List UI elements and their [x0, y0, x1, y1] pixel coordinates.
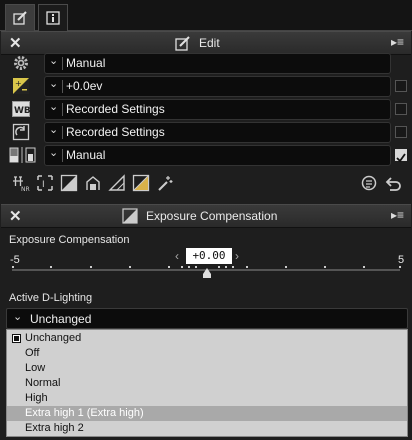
- lens-correction-icon: [8, 145, 38, 165]
- edit-panel-title: Edit: [199, 36, 220, 50]
- slider-thumb[interactable]: [203, 268, 211, 274]
- exposure-panel-header: ✕ Exposure Compensation ▸≡: [1, 204, 411, 228]
- color-booster-icon[interactable]: [84, 174, 102, 192]
- exposure-select[interactable]: ⌄ +0.0ev: [44, 76, 391, 97]
- exposure-panel-title: Exposure Compensation: [146, 209, 278, 223]
- gear-icon: [10, 53, 32, 73]
- decrement-arrow[interactable]: ‹: [175, 249, 179, 263]
- close-panel-button[interactable]: ✕: [9, 207, 22, 225]
- adl-dropdown[interactable]: ⌄ Unchanged: [6, 308, 408, 329]
- chevron-down-icon: ⌄: [13, 311, 23, 323]
- adl-selected-value: Unchanged: [30, 312, 92, 326]
- white-balance-select[interactable]: ⌄ Recorded Settings: [44, 99, 391, 120]
- edit-pencil-icon: [13, 11, 27, 25]
- tab-edit[interactable]: [5, 4, 35, 31]
- picture-control-select[interactable]: ⌄ Recorded Settings: [44, 122, 391, 143]
- exposure-compensation-icon: +: [10, 76, 32, 96]
- picture-control-checkbox[interactable]: [395, 126, 407, 138]
- checkbox-checked-icon: [12, 334, 21, 343]
- history-icon[interactable]: [360, 174, 378, 192]
- brightness-icon[interactable]: [132, 174, 150, 192]
- info-icon: [46, 11, 60, 25]
- row-white-balance: WB ⌄ Recorded Settings: [0, 98, 412, 120]
- chevron-down-icon: ⌄: [49, 78, 59, 90]
- adl-options-list: Unchanged Off Low Normal High Extra high…: [6, 329, 408, 437]
- white-balance-icon: WB: [10, 99, 32, 119]
- adl-option[interactable]: Unchanged: [7, 331, 407, 346]
- white-balance-checkbox[interactable]: [395, 103, 407, 115]
- close-panel-button[interactable]: ✕: [9, 34, 22, 52]
- adl-label: Active D-Lighting: [9, 292, 93, 304]
- checkmark-icon: [396, 153, 406, 163]
- row-edit-mode: ⌄ Manual: [0, 52, 412, 74]
- adl-option[interactable]: Normal: [7, 376, 407, 391]
- row-exposure: + ⌄ +0.0ev: [0, 75, 412, 97]
- adl-option[interactable]: Low: [7, 361, 407, 376]
- chevron-down-icon: ⌄: [49, 55, 59, 67]
- row-picture-control: ⌄ Recorded Settings: [0, 121, 412, 143]
- chevron-down-icon: ⌄: [49, 124, 59, 136]
- chevron-down-icon: ⌄: [49, 147, 59, 159]
- chevron-down-icon: ⌄: [49, 101, 59, 113]
- picture-control-icon: [10, 122, 32, 142]
- edit-tools-bar: NR I: [0, 172, 412, 196]
- panel-menu-icon[interactable]: ▸≡: [391, 35, 404, 49]
- increment-arrow[interactable]: ›: [235, 249, 239, 263]
- exposure-slider[interactable]: -5 5 ‹ +0.00 ›: [0, 248, 412, 284]
- exposure-slider-label: Exposure Compensation: [9, 234, 130, 246]
- levels-icon[interactable]: [60, 174, 78, 192]
- straighten-icon[interactable]: [108, 174, 126, 192]
- panel-tab-bar: [0, 0, 412, 31]
- exposure-compensation-icon: [122, 208, 138, 224]
- slider-track: [12, 266, 401, 278]
- panel-menu-icon[interactable]: ▸≡: [391, 208, 404, 222]
- svg-text:WB: WB: [14, 106, 30, 116]
- lens-correction-checkbox[interactable]: [395, 149, 407, 163]
- adl-option[interactable]: High: [7, 391, 407, 406]
- adl-option[interactable]: Extra high 2: [7, 421, 407, 436]
- lens-correction-select[interactable]: ⌄ Manual: [44, 145, 391, 166]
- crop-icon[interactable]: I: [36, 174, 54, 192]
- edit-pencil-icon: [175, 36, 190, 51]
- adl-option[interactable]: Off: [7, 346, 407, 361]
- svg-text:+: +: [15, 79, 22, 88]
- undo-icon[interactable]: [384, 174, 402, 192]
- edit-mode-select[interactable]: ⌄ Manual: [44, 53, 391, 74]
- noise-reduction-icon[interactable]: NR: [12, 174, 30, 192]
- svg-text:NR: NR: [21, 186, 30, 192]
- tab-info[interactable]: [38, 4, 68, 31]
- retouch-brush-icon[interactable]: [156, 174, 174, 192]
- exposure-checkbox[interactable]: [395, 80, 407, 92]
- adl-option-highlighted[interactable]: Extra high 1 (Extra high): [7, 406, 407, 421]
- svg-text:I: I: [42, 180, 45, 190]
- row-lens-correction: ⌄ Manual: [0, 144, 412, 166]
